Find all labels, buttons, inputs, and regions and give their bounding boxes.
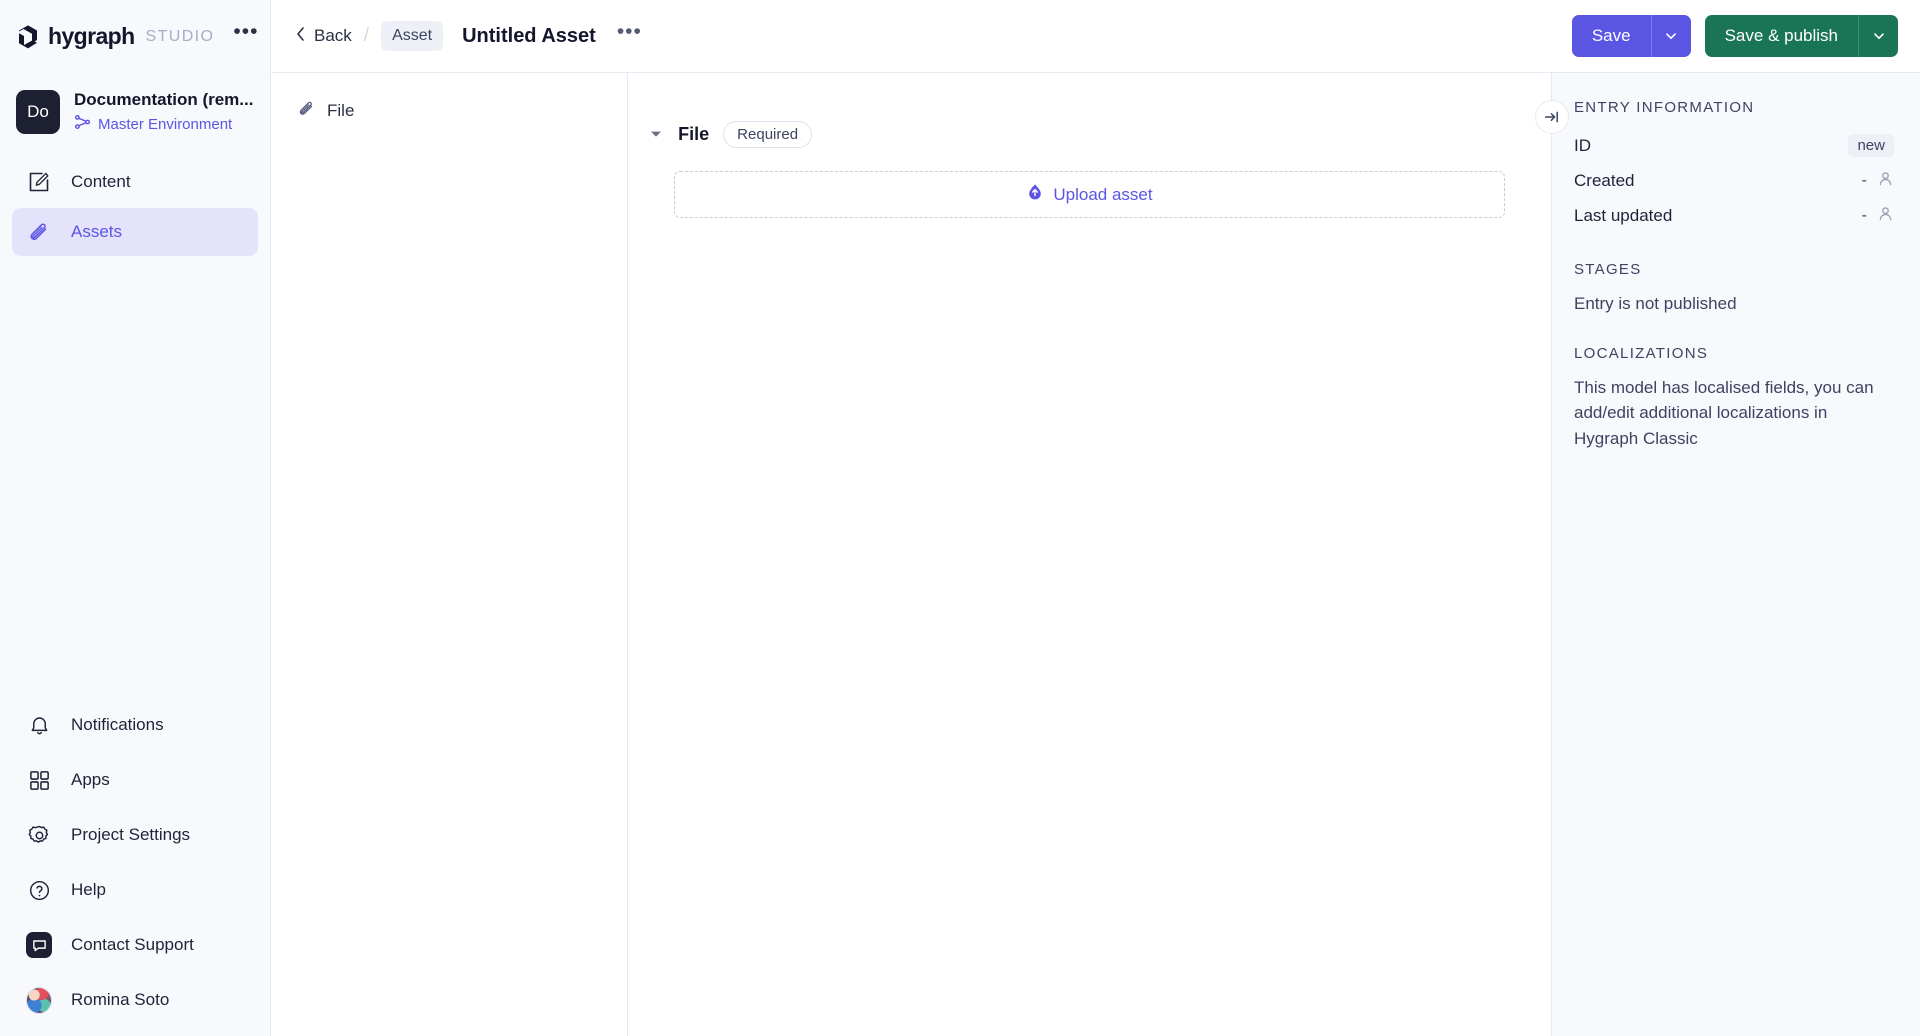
info-row-last-updated: Last updated -: [1574, 198, 1894, 233]
project-name: Documentation (rem...: [74, 90, 253, 110]
info-row-id: ID new: [1574, 128, 1894, 163]
brand-header: hygraph STUDIO •••: [0, 0, 270, 73]
sidebar-item-apps[interactable]: Apps: [12, 758, 258, 802]
info-label: ID: [1574, 136, 1591, 156]
field-label: File: [678, 124, 709, 145]
main-area: Back / Asset Untitled Asset ••• Save: [271, 0, 1920, 1036]
primary-navigation: Content Assets: [0, 144, 270, 256]
content-pencil-icon: [26, 169, 52, 195]
branch-icon: [74, 114, 91, 134]
breadcrumb-separator: /: [362, 25, 371, 47]
required-badge: Required: [723, 121, 812, 148]
gear-icon: [26, 822, 52, 848]
page-title: Untitled Asset: [462, 25, 596, 48]
upload-asset-dropzone[interactable]: Upload asset: [674, 171, 1505, 218]
editor-pane: File Required Upload asset: [628, 73, 1551, 1036]
upload-asset-label: Upload asset: [1053, 185, 1152, 205]
stages-section: STAGES Entry is not published: [1574, 261, 1894, 317]
project-switcher[interactable]: Do Documentation (rem... Master Environm…: [0, 73, 270, 144]
info-row-created: Created -: [1574, 163, 1894, 198]
save-button-group[interactable]: Save: [1572, 15, 1691, 57]
environment-label: Master Environment: [98, 116, 232, 133]
breadcrumb-chip-asset[interactable]: Asset: [381, 21, 443, 51]
top-bar: Back / Asset Untitled Asset ••• Save: [271, 0, 1920, 73]
stages-status-text: Entry is not published: [1574, 291, 1894, 317]
sidebar-item-project-settings[interactable]: Project Settings: [12, 813, 258, 857]
localizations-title: LOCALIZATIONS: [1574, 345, 1894, 362]
brand-product: STUDIO: [146, 28, 215, 46]
environment-switcher[interactable]: Master Environment: [74, 114, 253, 134]
top-bar-actions: Save Save & publish: [1572, 15, 1898, 57]
project-avatar: Do: [16, 90, 60, 134]
app-root: hygraph STUDIO ••• Do Documentation (rem…: [0, 0, 1920, 1036]
info-value-group: -: [1862, 170, 1894, 192]
question-circle-icon: [26, 877, 52, 903]
person-icon: [1877, 205, 1894, 227]
collapse-panel-right-icon[interactable]: [1535, 100, 1569, 134]
sidebar-item-content[interactable]: Content: [12, 158, 258, 206]
chevron-left-icon: [295, 26, 306, 47]
sidebar-item-label: Apps: [71, 770, 110, 790]
save-and-publish-button-group[interactable]: Save & publish: [1705, 15, 1898, 57]
bell-icon: [26, 712, 52, 738]
entry-information-pane: ENTRY INFORMATION ID new Created -: [1551, 73, 1920, 1036]
brand-name: hygraph: [48, 23, 135, 50]
cloud-upload-icon: [1026, 183, 1044, 206]
grid-squares-icon: [26, 767, 52, 793]
localizations-section: LOCALIZATIONS This model has localised f…: [1574, 345, 1894, 452]
caret-down-icon[interactable]: [650, 129, 664, 141]
secondary-navigation: Notifications Apps: [0, 703, 270, 1036]
sidebar-item-label: Assets: [71, 222, 122, 242]
outline-item-label: File: [327, 101, 354, 121]
content-columns: File File Required: [271, 73, 1920, 1036]
sidebar-item-label: Contact Support: [71, 935, 194, 955]
left-sidebar: hygraph STUDIO ••• Do Documentation (rem…: [0, 0, 271, 1036]
paperclip-icon: [26, 219, 52, 245]
sidebar-spacer: [0, 256, 270, 703]
sidebar-item-notifications[interactable]: Notifications: [12, 703, 258, 747]
breadcrumb: Back / Asset Untitled Asset •••: [295, 21, 642, 51]
entry-information-title: ENTRY INFORMATION: [1574, 99, 1894, 116]
sidebar-item-user-profile[interactable]: Romina Soto: [12, 978, 258, 1022]
sidebar-item-label: Notifications: [71, 715, 164, 735]
entry-more-menu[interactable]: •••: [617, 28, 642, 45]
brand-more-menu[interactable]: •••: [233, 28, 258, 45]
sidebar-item-label: Project Settings: [71, 825, 190, 845]
sidebar-item-assets[interactable]: Assets: [12, 208, 258, 256]
info-value-group: -: [1862, 205, 1894, 227]
back-label: Back: [314, 26, 352, 46]
sidebar-item-label: Romina Soto: [71, 990, 169, 1010]
publish-dropdown-chevron-down-icon[interactable]: [1858, 15, 1898, 57]
chat-bubble-icon: [26, 932, 52, 958]
sidebar-item-contact-support[interactable]: Contact Support: [12, 923, 258, 967]
project-meta: Documentation (rem... Master Environment: [74, 90, 253, 134]
back-button[interactable]: Back: [295, 26, 352, 47]
stages-title: STAGES: [1574, 261, 1894, 278]
save-button[interactable]: Save: [1572, 15, 1651, 57]
sidebar-item-label: Content: [71, 172, 131, 192]
hygraph-logo-icon: [17, 24, 39, 50]
status-badge: new: [1848, 134, 1894, 157]
field-header: File Required: [674, 121, 1505, 148]
sidebar-item-help[interactable]: Help: [12, 868, 258, 912]
outline-item-file[interactable]: File: [297, 99, 605, 123]
entry-information-rows: ID new Created -: [1574, 128, 1894, 233]
save-and-publish-button[interactable]: Save & publish: [1705, 15, 1858, 57]
person-icon: [1877, 170, 1894, 192]
avatar: [26, 987, 52, 1014]
save-dropdown-chevron-down-icon[interactable]: [1651, 15, 1691, 57]
fields-outline-pane: File: [271, 73, 628, 1036]
info-value: -: [1862, 172, 1867, 190]
info-label: Last updated: [1574, 206, 1672, 226]
info-value: -: [1862, 207, 1867, 225]
sidebar-item-label: Help: [71, 880, 106, 900]
info-label: Created: [1574, 171, 1634, 191]
field-file: File Required Upload asset: [674, 121, 1505, 218]
paperclip-icon: [297, 99, 316, 123]
localizations-description: This model has localised fields, you can…: [1574, 375, 1894, 452]
